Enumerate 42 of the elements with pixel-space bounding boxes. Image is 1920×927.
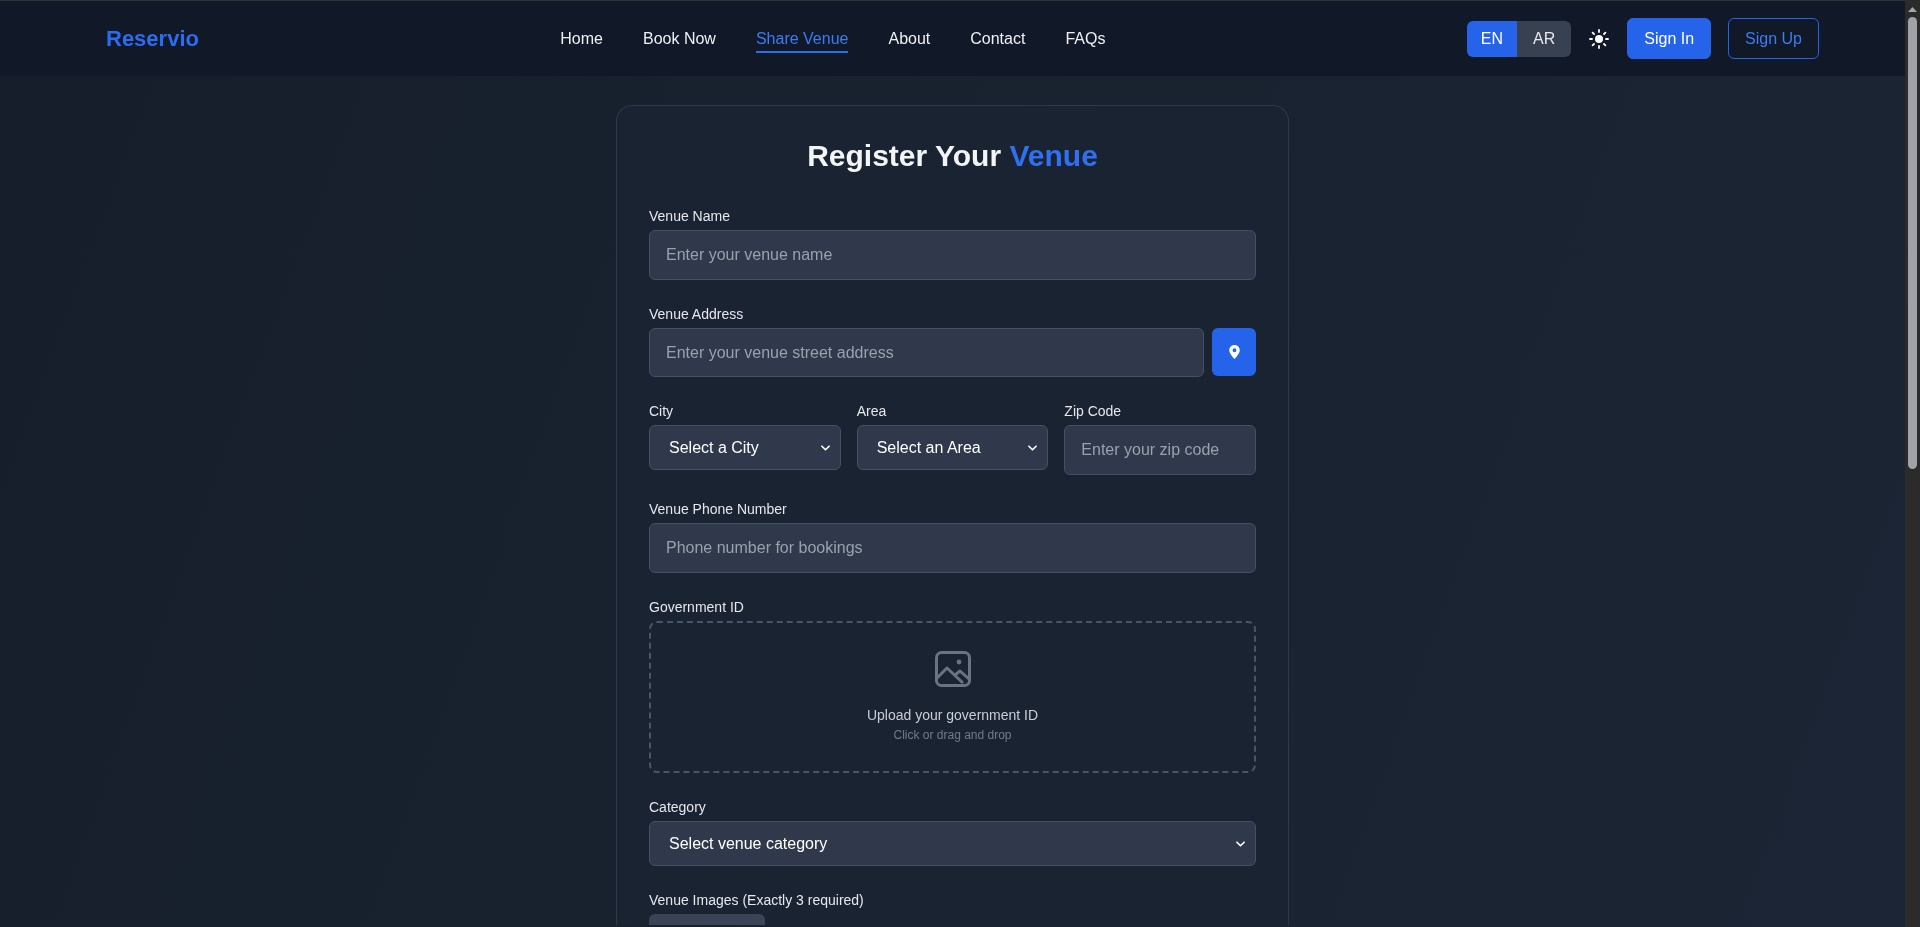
nav-link[interactable]: Book Now	[643, 29, 716, 53]
map-pin-icon	[1228, 345, 1240, 359]
nav-link[interactable]: Home	[560, 29, 603, 53]
form-title: Register Your Venue	[806, 138, 1099, 174]
chevron-down-icon	[1028, 444, 1038, 451]
field-label: Venue Name	[649, 207, 731, 226]
nav-link[interactable]: Contact	[970, 29, 1026, 53]
scrollbar[interactable]	[1905, 0, 1920, 927]
field-label: Venue Images (Exactly 3 required)	[649, 891, 865, 910]
upload-dropzone[interactable]: Upload your government ID Click or drag and drop	[649, 621, 1256, 773]
location-button[interactable]	[1212, 328, 1256, 376]
nav-link[interactable]: Share Venue	[755, 29, 849, 53]
dropdown-select[interactable]: Select venue category	[649, 821, 1256, 866]
scrollbar-thumb[interactable]	[1908, 17, 1917, 469]
sun-icon	[1589, 28, 1610, 49]
theme-toggle-button[interactable]	[1589, 28, 1610, 49]
dropdown-select[interactable]: Select an Area	[856, 425, 1049, 470]
field-label: Category	[649, 798, 707, 817]
field-label: Zip Code	[1064, 402, 1123, 421]
logo[interactable]: Reservio	[106, 25, 199, 52]
language-button[interactable]: EN	[1466, 20, 1517, 57]
nav-link[interactable]: About	[888, 29, 931, 53]
scroll-up-arrow-icon[interactable]	[1908, 7, 1917, 12]
field-label: Area	[856, 402, 888, 421]
text-input-field[interactable]: Enter your venue street address	[649, 328, 1204, 377]
field-label: Venue Address	[649, 305, 745, 324]
field-label: Government ID	[649, 598, 745, 617]
upload-title: Upload your government ID	[866, 706, 1039, 725]
text-input-field[interactable]: Phone number for bookings	[649, 523, 1256, 573]
sign-in-button[interactable]: Sign In	[1627, 18, 1712, 59]
upload-hint: Click or drag and drop	[893, 727, 1012, 743]
text-input-field[interactable]: Enter your venue name	[649, 230, 1256, 280]
sign-up-button[interactable]: Sign Up	[1728, 18, 1819, 59]
chevron-down-icon	[1236, 840, 1245, 847]
image-icon	[934, 651, 971, 687]
field-label: Venue Phone Number	[649, 500, 788, 519]
field-label: City	[649, 402, 675, 421]
dropdown-select[interactable]: Select a City	[649, 425, 841, 470]
nav-link[interactable]: FAQs	[1065, 29, 1106, 53]
chevron-down-icon	[820, 444, 830, 451]
language-button[interactable]: AR	[1517, 20, 1572, 57]
text-input-field[interactable]: Enter your zip code	[1064, 425, 1256, 475]
